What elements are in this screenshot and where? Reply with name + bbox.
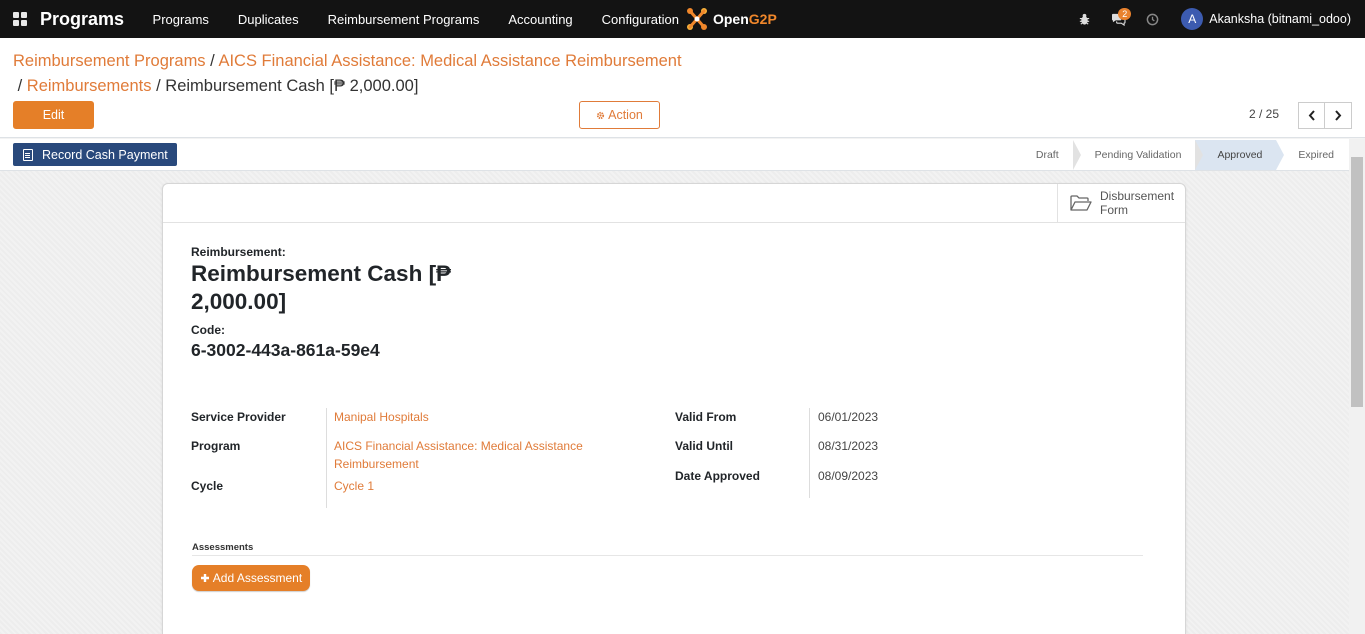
service-provider-label: Service Provider [191, 410, 286, 424]
openg2p-logo: OpenG2P [685, 6, 777, 32]
document-icon [23, 148, 33, 161]
stage-draft[interactable]: Draft [1036, 140, 1081, 170]
date-approved-value: 08/09/2023 [818, 469, 879, 483]
menu-duplicates[interactable]: Duplicates [223, 0, 313, 38]
openg2p-logo-mark-icon [686, 8, 707, 30]
menu-programs[interactable]: Programs [138, 0, 223, 38]
field-divider [809, 408, 810, 498]
scrollbar[interactable] [1349, 139, 1365, 634]
user-name: Akanksha (bitnami_odoo) [1209, 12, 1351, 26]
program-label: Program [191, 439, 241, 453]
menu-configuration[interactable]: Configuration [587, 0, 683, 38]
action-button[interactable]: Action [579, 101, 660, 129]
form-statusbar: Record Cash Payment Draft Pending Valida… [0, 139, 1365, 171]
smart-button-line2: Form [1100, 203, 1128, 217]
field-divider [326, 408, 327, 508]
status-stages: Draft Pending Validation Approved Expire… [1036, 140, 1348, 170]
debug-bug-icon[interactable] [1067, 0, 1101, 38]
program-line1: AICS Financial Assistance: Medical Assis… [334, 439, 583, 453]
valid-until-value: 08/31/2023 [818, 439, 879, 453]
scrollbar-thumb[interactable] [1351, 157, 1363, 407]
edit-button[interactable]: Edit [13, 101, 94, 129]
breadcrumb-separator: / [17, 77, 23, 95]
assessments-title: Assessments [192, 542, 254, 553]
cycle-link[interactable]: Cycle 1 [334, 477, 374, 495]
action-button-label: Action [608, 108, 643, 122]
smart-button-box: Disbursement Form [163, 184, 1185, 223]
add-assessment-button[interactable]: Add Assessment [192, 565, 310, 591]
logo-text-open: Open [712, 11, 749, 27]
program-line2: Reimbursement [334, 457, 419, 471]
breadcrumb-current: Reimbursement Cash [₱ 2,000.00] [165, 77, 419, 95]
record-title-line1: Reimbursement Cash [₱ [191, 261, 452, 286]
disbursement-form-button[interactable]: Disbursement Form [1057, 184, 1185, 222]
folder-open-icon [1070, 195, 1092, 211]
breadcrumb-reimbursements[interactable]: Reimbursements [27, 77, 152, 95]
form-sheet: Disbursement Form Reimbursement: Reimburs… [162, 183, 1186, 634]
smart-button-line1: Disbursement [1100, 189, 1175, 203]
add-assessment-label: Add Assessment [212, 571, 303, 585]
record-cash-payment-button[interactable]: Record Cash Payment [13, 143, 177, 166]
assessments-divider [192, 555, 1143, 556]
record-code: 6-3002-443a-861a-59e4 [191, 340, 380, 360]
code-label: Code: [191, 323, 225, 337]
pager-next-button[interactable] [1325, 102, 1352, 129]
reimbursement-label: Reimbursement: [191, 245, 286, 259]
messages-count-badge: 2 [1118, 8, 1132, 20]
chevron-right-icon [1335, 110, 1342, 121]
breadcrumb-separator: / [156, 77, 161, 95]
cycle-label: Cycle [191, 479, 224, 493]
chevron-left-icon [1308, 110, 1315, 121]
stage-approved[interactable]: Approved [1195, 140, 1285, 170]
menu-reimbursement-programs[interactable]: Reimbursement Programs [313, 0, 494, 38]
program-link[interactable]: AICS Financial Assistance: Medical Assis… [334, 437, 634, 473]
avatar: A [1181, 8, 1204, 30]
user-menu[interactable]: A Akanksha (bitnami_odoo) [1169, 8, 1365, 30]
apps-menu-icon[interactable] [0, 0, 40, 38]
plus-icon [200, 574, 209, 582]
record-title: Reimbursement Cash [₱ 2,000.00] [191, 260, 481, 316]
breadcrumb-separator: / [210, 52, 215, 70]
breadcrumb-program[interactable]: AICS Financial Assistance: Medical Assis… [218, 52, 681, 70]
stage-pending-validation[interactable]: Pending Validation [1073, 140, 1204, 170]
control-panel: Reimbursement Programs / AICS Financial … [0, 38, 1365, 138]
record-title-line2: 2,000.00] [191, 289, 287, 314]
valid-from-label: Valid From [675, 410, 737, 424]
stage-expired[interactable]: Expired [1276, 140, 1348, 170]
app-title[interactable]: Programs [40, 9, 124, 30]
breadcrumb-reimbursement-programs[interactable]: Reimbursement Programs [13, 52, 206, 70]
pager-value[interactable]: 2 / 25 [1249, 107, 1279, 121]
record-cash-payment-label: Record Cash Payment [42, 147, 168, 162]
breadcrumb: Reimbursement Programs / AICS Financial … [13, 49, 713, 99]
logo-text-g2p: G2P [748, 11, 777, 27]
date-approved-label: Date Approved [675, 469, 760, 483]
menu-accounting[interactable]: Accounting [494, 0, 587, 38]
activity-clock-icon[interactable] [1135, 0, 1169, 38]
valid-until-label: Valid Until [675, 439, 734, 453]
pager-previous-button[interactable] [1298, 102, 1325, 129]
service-provider-link[interactable]: Manipal Hospitals [334, 408, 429, 426]
valid-from-value: 06/01/2023 [818, 410, 879, 424]
messages-icon[interactable]: 2 [1101, 0, 1135, 38]
gear-icon [597, 111, 605, 119]
top-navbar: Programs Programs Duplicates Reimburseme… [0, 0, 1365, 38]
